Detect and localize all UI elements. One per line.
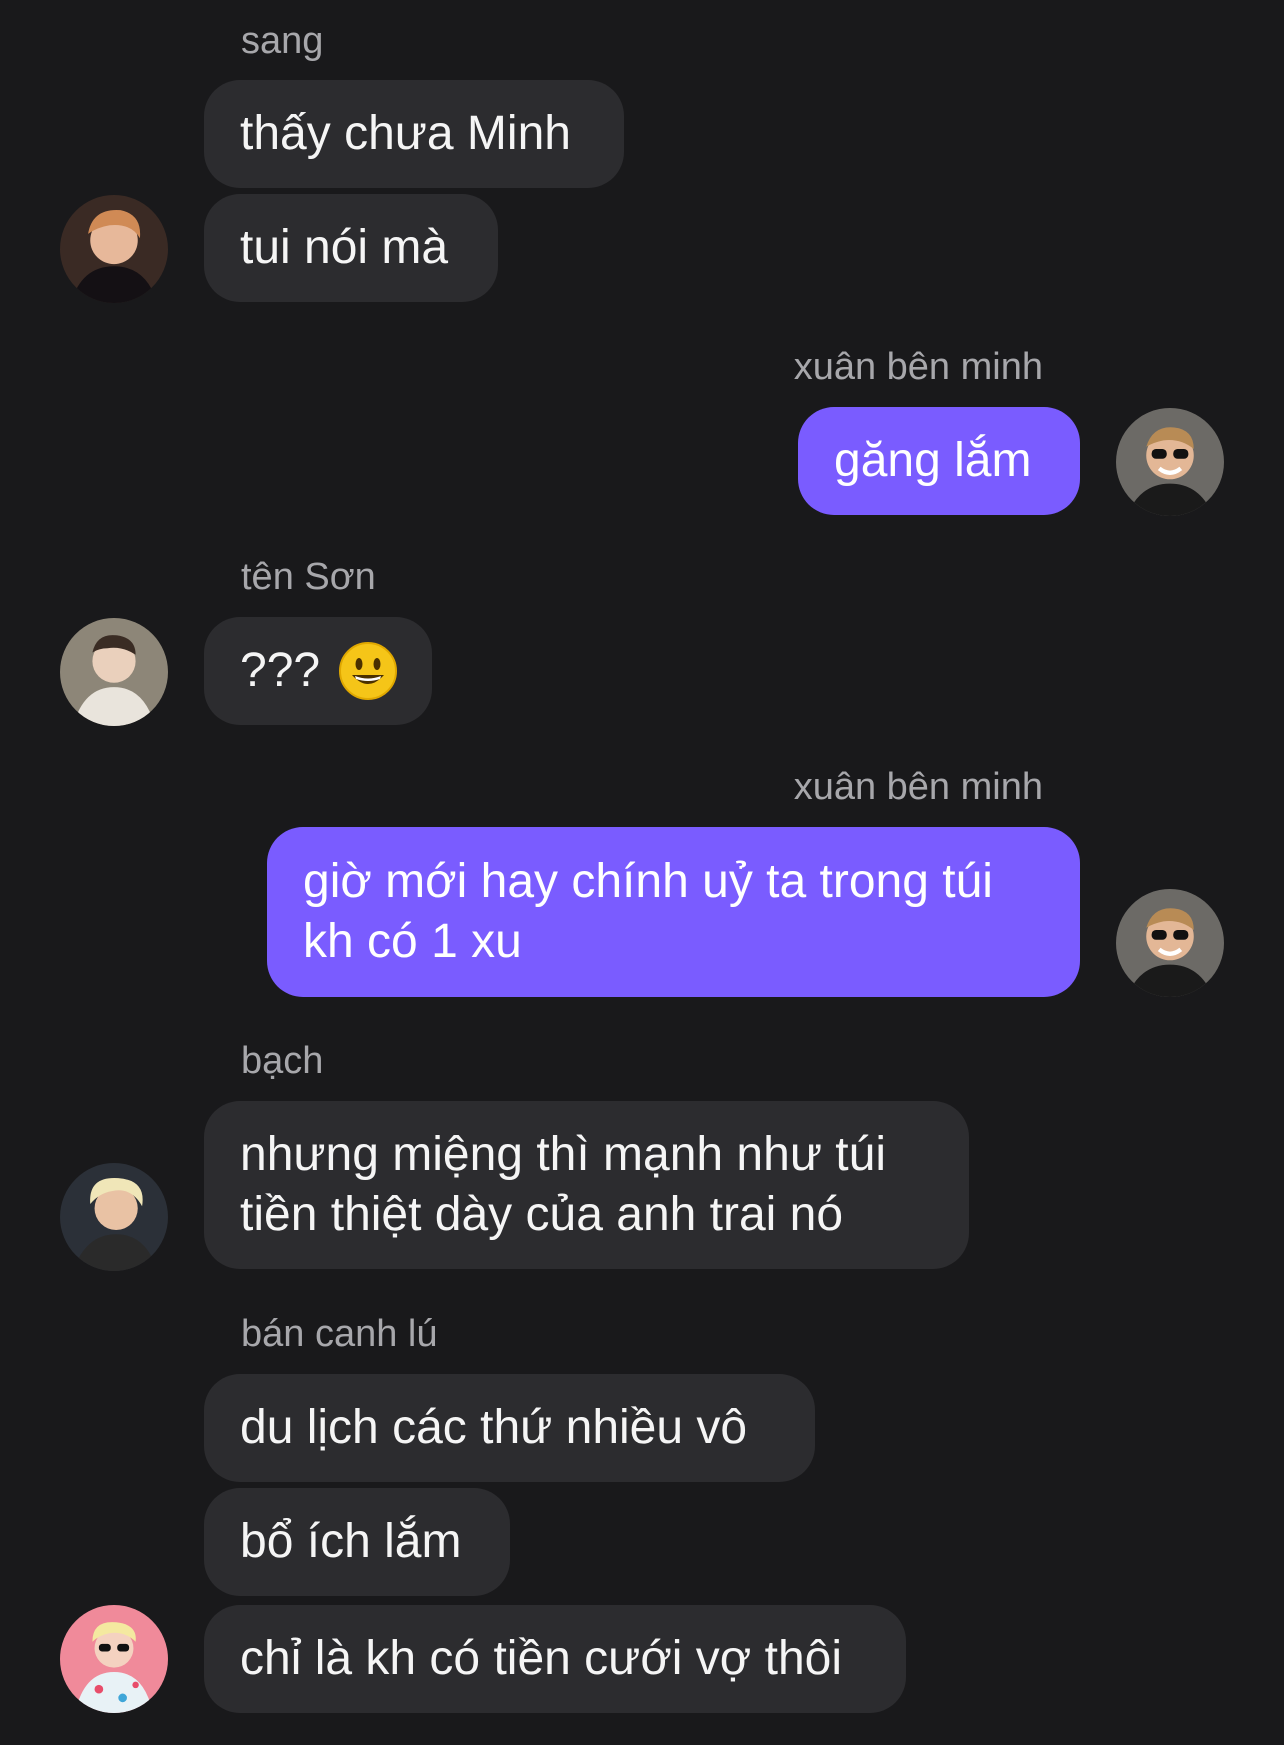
avatar[interactable] xyxy=(1116,889,1224,997)
message-bubble[interactable]: giờ mới hay chính uỷ ta trong túi kh có … xyxy=(267,827,1080,997)
grinning-face-emoji xyxy=(338,641,398,701)
avatar-image xyxy=(1116,889,1224,997)
sender-name: xuân bên minh xyxy=(793,346,1043,388)
avatar-image xyxy=(60,618,168,726)
sender-name: xuân bên minh xyxy=(793,766,1043,808)
sender-name: sang xyxy=(241,20,324,62)
sender-name: bán canh lú xyxy=(241,1313,438,1355)
message-text: giờ mới hay chính uỷ ta trong túi kh có … xyxy=(303,855,993,968)
avatar[interactable] xyxy=(60,618,168,726)
message-bubble[interactable]: chỉ là kh có tiền cưới vợ thôi xyxy=(204,1605,906,1713)
message-bubble[interactable]: ??? xyxy=(204,617,432,725)
message-bubble[interactable]: bổ ích lắm xyxy=(204,1488,510,1596)
message-bubble[interactable]: thấy chưa Minh xyxy=(204,80,624,188)
avatar-image xyxy=(60,1163,168,1271)
avatar[interactable] xyxy=(60,1163,168,1271)
avatar[interactable] xyxy=(1116,408,1224,516)
avatar-image xyxy=(1116,408,1224,516)
message-bubble[interactable]: nhưng miệng thì mạnh như túi tiền thiệt … xyxy=(204,1101,969,1269)
message-bubble[interactable]: du lịch các thứ nhiều vô xyxy=(204,1374,815,1482)
message-text: thấy chưa Minh xyxy=(240,107,571,160)
message-text: du lịch các thứ nhiều vô xyxy=(240,1401,748,1454)
sender-name: tên Sơn xyxy=(241,556,376,598)
message-text: nhưng miệng thì mạnh như túi tiền thiệt … xyxy=(240,1128,886,1241)
message-text: găng lắm xyxy=(834,434,1032,487)
message-text: ??? xyxy=(240,644,321,697)
sender-name: bạch xyxy=(241,1040,324,1082)
avatar[interactable] xyxy=(60,1605,168,1713)
message-text: bổ ích lắm xyxy=(240,1515,462,1568)
message-text: tui nói mà xyxy=(240,221,449,274)
avatar-image xyxy=(60,1605,168,1713)
avatar-image xyxy=(60,195,168,303)
message-bubble[interactable]: tui nói mà xyxy=(204,194,498,302)
message-text: chỉ là kh có tiền cưới vợ thôi xyxy=(240,1632,842,1685)
avatar[interactable] xyxy=(60,195,168,303)
message-bubble[interactable]: găng lắm xyxy=(798,407,1080,515)
